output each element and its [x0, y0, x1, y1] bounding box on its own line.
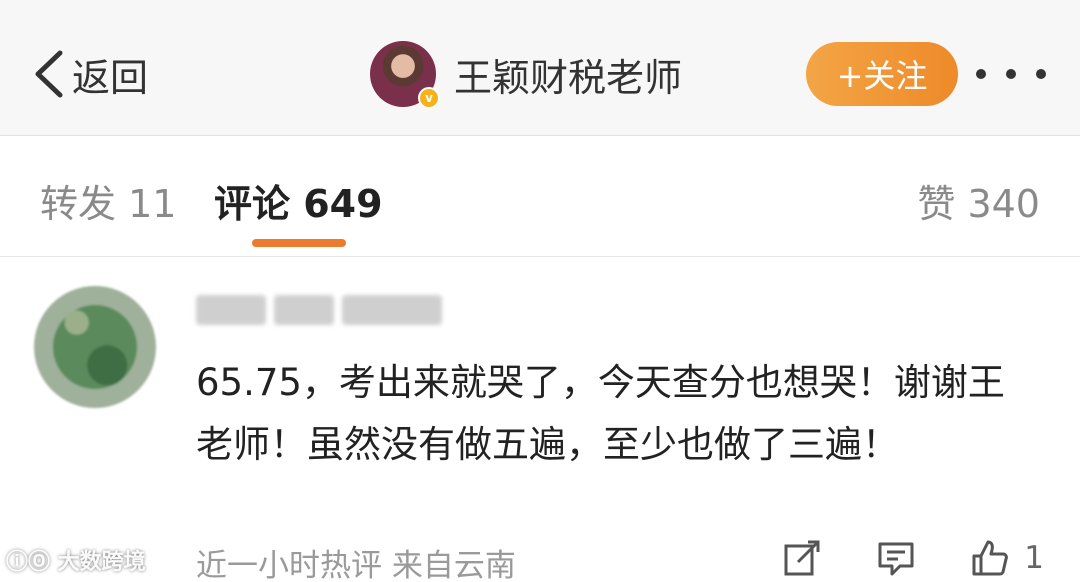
thumbs-up-icon[interactable] — [968, 536, 1012, 580]
comment-text: 65.75，考出来就哭了，今天查分也想哭！谢谢王老师！虽然没有做五遍，至少也做了… — [196, 361, 1005, 466]
blur-block — [342, 295, 442, 325]
commenter-avatar[interactable] — [34, 286, 156, 408]
top-nav-bar: 返回 v 王颖财税老师 +关注 — [0, 0, 1080, 136]
author-info[interactable]: v 王颖财税老师 — [370, 40, 682, 109]
blur-block — [274, 295, 334, 325]
author-name[interactable]: 王颖财税老师 — [454, 47, 682, 102]
back-button[interactable]: 返回 — [30, 44, 148, 104]
like-count: 1 — [1024, 540, 1044, 576]
more-dot — [1036, 69, 1046, 79]
active-tab-indicator — [252, 239, 346, 247]
follow-button[interactable]: +关注 — [806, 42, 958, 106]
tab-repost[interactable]: 转发 11 — [40, 173, 176, 228]
author-avatar[interactable]: v — [370, 41, 440, 109]
blur-block — [196, 295, 266, 325]
comment-meta: 近一小时热评 来自云南 — [196, 548, 516, 582]
comment-actions: 1 — [780, 536, 1044, 580]
tab-bar: 转发 11 评论 649 赞 340 — [0, 137, 1080, 257]
chevron-left-icon — [35, 50, 63, 98]
tab-comments[interactable]: 评论 649 — [214, 173, 383, 228]
comment-icon[interactable] — [874, 536, 918, 580]
watermark: ⓘⓄ 大数跨境 — [6, 550, 146, 575]
back-label: 返回 — [72, 55, 149, 100]
commenter-name-blurred[interactable] — [196, 292, 444, 328]
more-icon[interactable] — [976, 60, 1046, 88]
more-dot — [1006, 69, 1016, 79]
edit-share-icon[interactable] — [780, 536, 824, 580]
tab-likes[interactable]: 赞 340 — [917, 173, 1040, 228]
comment-item: 65.75，考出来就哭了，今天查分也想哭！谢谢王老师！虽然没有做五遍，至少也做了… — [0, 258, 1080, 582]
more-dot — [976, 69, 986, 79]
verified-badge-icon: v — [418, 87, 440, 109]
